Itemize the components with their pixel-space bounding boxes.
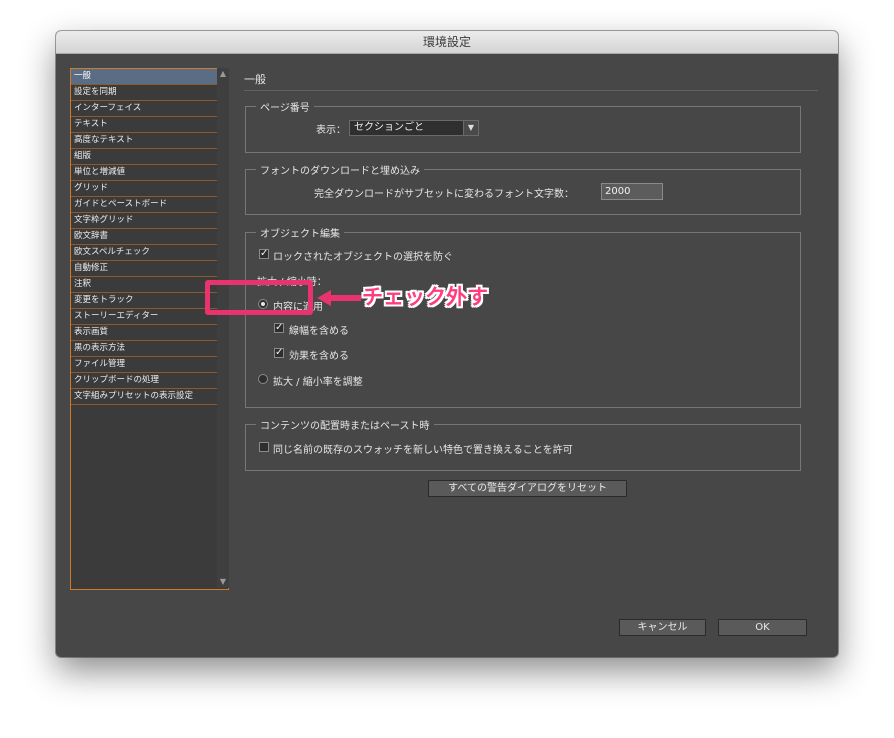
display-label: 表示： [316, 125, 346, 136]
page-number-legend: ページ番号 [256, 99, 314, 114]
sidebar-item[interactable]: 設定を同期 [71, 85, 228, 101]
page-title: 一般 [244, 73, 266, 86]
page-number-group: ページ番号 表示： セクションごと ▼ [245, 99, 801, 153]
font-threshold-label: 完全ダウンロードがサブセットに変わるフォント文字数： [314, 189, 574, 200]
check-icon: ✓ [275, 322, 284, 333]
page-number-display-value: セクションごと [354, 122, 424, 133]
ok-button[interactable]: OK [718, 619, 807, 636]
sidebar-item[interactable]: テキスト [71, 117, 228, 133]
sidebar-item[interactable]: 一般 [71, 69, 228, 85]
sidebar-item[interactable]: クリップボードの処理 [71, 373, 228, 389]
sidebar-item[interactable]: 自動修正 [71, 261, 228, 277]
sidebar-item[interactable]: インターフェイス [71, 101, 228, 117]
chevron-down-icon: ▼ [463, 121, 478, 135]
adjust-scale-radio[interactable] [258, 374, 268, 384]
cancel-button[interactable]: キャンセル [619, 619, 706, 636]
prevent-locked-label: ロックされたオブジェクトの選択を防ぐ [273, 252, 453, 263]
object-editing-legend: オブジェクト編集 [256, 225, 344, 240]
paste-group: コンテンツの配置時またはペースト時 同じ名前の既存のスウォッチを新しい特色で置き… [245, 417, 801, 471]
page-number-display-select[interactable]: セクションごと ▼ [349, 120, 479, 136]
font-threshold-input[interactable]: 2000 [601, 183, 663, 200]
scroll-up-icon[interactable]: ▲ [217, 68, 229, 80]
sidebar-item[interactable]: 欧文スペルチェック [71, 245, 228, 261]
replace-swatch-checkbox[interactable] [259, 442, 269, 452]
include-effects-label: 効果を含める [289, 351, 349, 362]
sidebar-item[interactable]: 表示画質 [71, 325, 228, 341]
sidebar-item[interactable]: 高度なテキスト [71, 133, 228, 149]
title-divider [244, 90, 818, 91]
category-list[interactable]: 一般 設定を同期 インターフェイス テキスト 高度なテキスト 組版 単位と増減値 グリッド ガイ… [70, 68, 229, 590]
sidebar-item[interactable]: 文字組みプリセットの表示設定 [71, 389, 228, 405]
include-stroke-checkbox[interactable]: ✓ [274, 323, 284, 333]
annotation-highlight-box [205, 280, 313, 315]
check-icon: ✓ [260, 248, 269, 259]
annotation-text: チェック外す [362, 285, 488, 309]
font-download-legend: フォントのダウンロードと埋め込み [256, 162, 424, 177]
paste-legend: コンテンツの配置時またはペースト時 [256, 417, 434, 432]
prevent-locked-checkbox[interactable]: ✓ [259, 249, 269, 259]
reset-warnings-button[interactable]: すべての警告ダイアログをリセット [428, 480, 627, 497]
scroll-down-icon[interactable]: ▼ [217, 576, 229, 588]
sidebar-item[interactable]: グリッド [71, 181, 228, 197]
sidebar-item[interactable]: 欧文辞書 [71, 229, 228, 245]
preferences-window: 環境設定 一般 設定を同期 インターフェイス テキスト 高度なテキスト 組版 単位と増減値グ… [56, 31, 838, 657]
sidebar-item[interactable]: ガイドとペーストボード [71, 197, 228, 213]
include-stroke-label: 線幅を含める [289, 326, 349, 337]
annotation-arrow-icon [317, 290, 361, 306]
sidebar-item[interactable]: ファイル管理 [71, 357, 228, 373]
sidebar-item[interactable]: 組版 [71, 149, 228, 165]
category-scrollbar[interactable]: ▲ ▼ [217, 68, 229, 588]
object-editing-group: オブジェクト編集 ✓ ロックされたオブジェクトの選択を防ぐ 拡大 / 縮小時： … [245, 225, 801, 408]
sidebar-item[interactable]: 文字枠グリッド [71, 213, 228, 229]
include-effects-checkbox[interactable]: ✓ [274, 348, 284, 358]
sidebar-item[interactable]: 黒の表示方法 [71, 341, 228, 357]
adjust-scale-label: 拡大 / 縮小率を調整 [273, 377, 363, 388]
replace-swatch-label: 同じ名前の既存のスウォッチを新しい特色で置き換えることを許可 [273, 445, 573, 456]
font-download-group: フォントのダウンロードと埋め込み 完全ダウンロードがサブセットに変わるフォント文… [245, 162, 801, 215]
window-title: 環境設定 [56, 31, 838, 54]
check-icon: ✓ [275, 347, 284, 358]
sidebar-item[interactable]: 単位と増減値 [71, 165, 228, 181]
